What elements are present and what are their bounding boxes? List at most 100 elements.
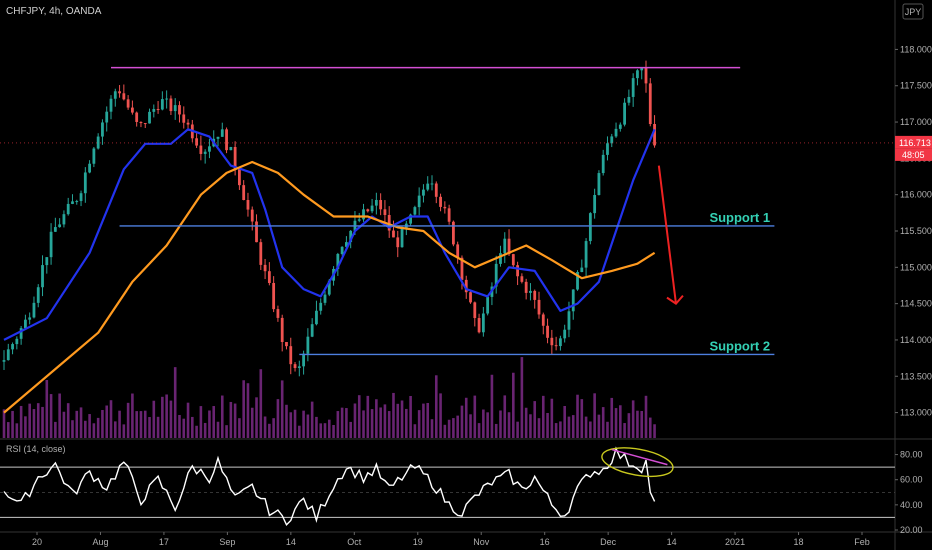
- volume-bar: [546, 413, 549, 438]
- volume-bar: [396, 403, 400, 438]
- volume-bar: [250, 407, 254, 438]
- candle-body: [297, 366, 301, 369]
- volume-bar: [96, 417, 100, 438]
- candle-body: [24, 319, 27, 329]
- time-tick-label: 14: [286, 537, 296, 547]
- candle-body: [486, 296, 490, 314]
- candle-body: [541, 314, 545, 326]
- price-tick-label: 115.000: [900, 262, 932, 272]
- candle-body: [452, 221, 455, 245]
- candle-body: [370, 205, 374, 212]
- volume-bar: [610, 397, 614, 438]
- volume-bar: [233, 403, 237, 438]
- candle-body: [640, 68, 644, 71]
- candle-body: [422, 189, 425, 196]
- volume-bar: [246, 383, 250, 438]
- candle-body: [272, 282, 276, 310]
- time-tick-label: 16: [540, 537, 550, 547]
- symbol-title[interactable]: CHFJPY, 4h, OANDA: [6, 6, 102, 17]
- candle-body: [315, 310, 318, 325]
- volume-bar: [173, 367, 177, 438]
- volume-bar: [2, 409, 6, 438]
- volume-bar: [161, 396, 164, 438]
- volume-bar: [242, 380, 245, 438]
- candle-body: [302, 353, 305, 367]
- candle-body: [323, 294, 327, 303]
- candle-body: [71, 201, 74, 204]
- volume-bar: [66, 403, 70, 438]
- candle-body: [426, 183, 430, 190]
- volume-bar: [623, 423, 626, 438]
- volume-bar: [186, 402, 190, 438]
- volume-bar: [456, 415, 459, 438]
- candle-body: [96, 136, 100, 149]
- candle-body: [618, 124, 622, 129]
- candle-body: [374, 199, 378, 206]
- volume-bar: [203, 422, 207, 438]
- candle-body: [2, 360, 6, 362]
- volume-bar: [362, 410, 365, 438]
- candle-body: [396, 237, 400, 248]
- volume-bar: [135, 411, 138, 438]
- candle-body: [276, 309, 280, 318]
- volume-bar: [644, 395, 648, 438]
- volume-bar: [71, 420, 74, 438]
- volume-bar: [45, 380, 49, 438]
- volume-bar: [648, 417, 652, 438]
- candle-body: [559, 338, 562, 347]
- candle-body: [439, 196, 442, 207]
- volume-bar: [126, 402, 130, 438]
- volume-bar: [208, 410, 211, 438]
- volume-bar: [631, 400, 635, 438]
- candle-body: [11, 344, 14, 350]
- volume-bar: [554, 423, 558, 438]
- time-tick-label: Feb: [854, 537, 870, 547]
- volume-bar: [165, 394, 168, 438]
- candle-body: [636, 70, 639, 79]
- candle-body: [53, 227, 57, 232]
- volume-bar: [319, 423, 323, 438]
- volume-bar: [11, 410, 14, 438]
- candle-body: [220, 129, 224, 137]
- volume-bar: [477, 423, 481, 438]
- volume-bar: [19, 405, 23, 438]
- candle-body: [537, 299, 541, 315]
- volume-bar: [409, 395, 412, 438]
- candle-body: [434, 183, 438, 197]
- candle-body: [118, 91, 121, 94]
- countdown-value: 48:05: [902, 150, 925, 160]
- volume-bar: [503, 395, 507, 438]
- candle-body: [148, 111, 151, 124]
- time-tick-label: 14: [667, 537, 677, 547]
- chart-canvas[interactable]: Support 1 Support 2 118.000 117.500 117.000…: [0, 0, 932, 550]
- volume-bar: [627, 413, 631, 438]
- volume-bar: [276, 399, 280, 438]
- candle-body: [45, 257, 49, 266]
- candle-body: [109, 98, 113, 112]
- volume-bar: [439, 393, 442, 438]
- currency-button[interactable]: JPY: [902, 3, 924, 20]
- candle-body: [379, 199, 383, 210]
- candle-body: [580, 267, 584, 273]
- candle-body: [6, 349, 10, 361]
- candle-body: [362, 209, 365, 220]
- candle-body: [79, 193, 83, 202]
- time-tick-label: 18: [794, 537, 804, 547]
- candle-body: [156, 109, 160, 111]
- volume-bar: [268, 423, 271, 438]
- time-tick-label: Aug: [92, 537, 108, 547]
- volume-bar: [494, 423, 498, 438]
- candle-body: [417, 195, 421, 208]
- candle-body: [524, 281, 528, 293]
- support-1-label: Support 1: [709, 210, 770, 225]
- volume-bar: [434, 375, 438, 438]
- candle-body: [83, 172, 87, 194]
- currency-button-label[interactable]: JPY: [905, 7, 922, 17]
- candle-body: [75, 201, 79, 203]
- time-tick-label: Nov: [473, 537, 490, 547]
- volume-bar: [499, 410, 502, 438]
- candle-body: [126, 99, 130, 108]
- volume-bar: [405, 408, 408, 438]
- candle-body: [178, 105, 181, 115]
- candle-body: [263, 264, 267, 272]
